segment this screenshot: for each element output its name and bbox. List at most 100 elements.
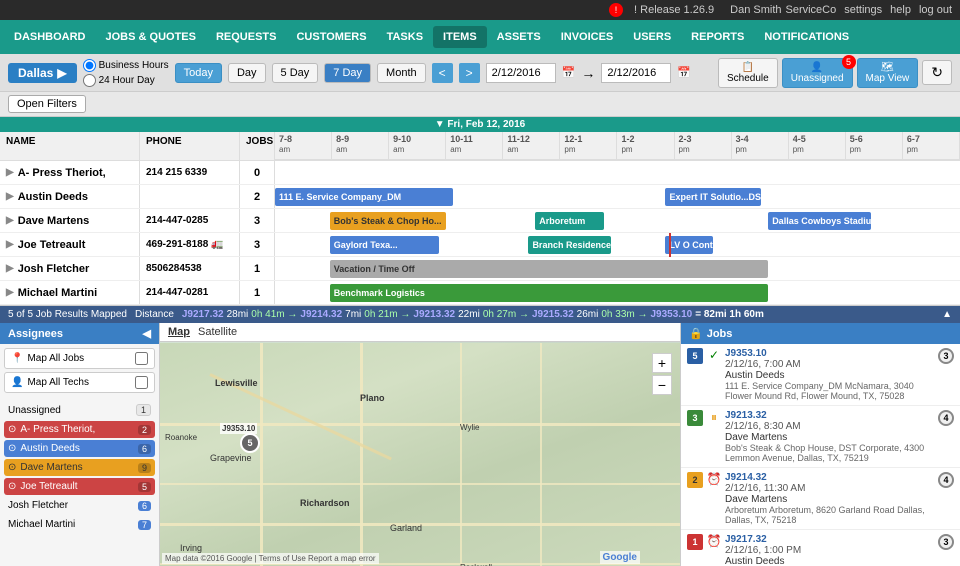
list-item[interactable]: ⊙ A- Press Theriot, 2 [4, 421, 155, 438]
map-tab-map[interactable]: Map [168, 326, 190, 338]
assignee-count-2: 6 [138, 444, 151, 454]
nav-requests[interactable]: REQUESTS [206, 26, 287, 48]
map-panel: Map Satellite Lewisville Roanoke Grapevi… [160, 323, 680, 566]
row-expand-michael[interactable]: ▶ [6, 287, 14, 298]
job-block[interactable]: Expert IT Solutio...DS1 [665, 188, 761, 206]
zoom-in-button[interactable]: + [652, 353, 672, 373]
job-block[interactable]: Branch Residence [528, 236, 610, 254]
calendar-icon-from[interactable]: 📅 [562, 66, 576, 79]
nav-tasks[interactable]: TASKS [377, 26, 433, 48]
row-expand-austin[interactable]: ▶ [6, 191, 14, 202]
user-name[interactable]: Dan Smith [730, 4, 781, 16]
settings-link[interactable]: settings [844, 4, 882, 16]
5day-button[interactable]: 5 Day [272, 63, 319, 83]
route-job-3[interactable]: J9213.32 [413, 309, 455, 320]
calendar-icon-to[interactable]: 📅 [677, 66, 691, 79]
list-item[interactable]: 2 ⏰ J9214.32 2/12/16, 11:30 AM Dave Mart… [681, 468, 960, 530]
mapview-button[interactable]: 🗺 Map View [857, 58, 919, 88]
time-slot-7: 7-8am [275, 132, 332, 159]
right-tools: 📋 Schedule 5 👤 Unassigned 🗺 Map View ↻ [718, 58, 952, 88]
list-item[interactable]: Unassigned 1 [4, 401, 155, 419]
list-item[interactable]: Josh Fletcher 6 [4, 497, 155, 514]
job-id: J9213.32 [725, 410, 767, 421]
col-header-name[interactable]: NAME [0, 132, 140, 160]
nav-assets[interactable]: ASSETS [487, 26, 551, 48]
nav-reports[interactable]: REPORTS [681, 26, 754, 48]
row-jobs-josh: 1 [240, 257, 275, 280]
nav-dashboard[interactable]: DASHBOARD [4, 26, 96, 48]
job-address: Bob's Steak & Chop House, DST Corporate,… [725, 443, 934, 463]
help-link[interactable]: help [890, 4, 911, 16]
nav-customers[interactable]: CUSTOMERS [286, 26, 376, 48]
map-techs-checkbox[interactable] [135, 376, 148, 389]
list-item[interactable]: ⊙ Austin Deeds 6 [4, 440, 155, 457]
business-hours-radio[interactable]: Business Hours [83, 59, 169, 72]
nav-items[interactable]: ITEMS [433, 26, 487, 48]
next-arrow[interactable]: > [459, 63, 480, 83]
row-expand-dave[interactable]: ▶ [6, 215, 14, 226]
assignee-name-2: Austin Deeds [20, 443, 79, 454]
timeline-dave: Bob's Steak & Chop Ho... Arboretum Dalla… [275, 209, 960, 233]
col-header-jobs[interactable]: JOBS [240, 132, 275, 160]
job-block[interactable]: Benchmark Logistics [330, 284, 768, 302]
row-expand-press[interactable]: ▶ [6, 167, 14, 178]
job-time: 2/12/16, 7:00 AM [725, 359, 801, 370]
assignee-count-6: 7 [138, 520, 151, 530]
map-pin-j9353[interactable]: 5 [240, 433, 260, 453]
day-button[interactable]: Day [228, 63, 266, 83]
date-from-input[interactable] [486, 63, 556, 83]
open-filters-button[interactable]: Open Filters [8, 95, 86, 113]
route-job-4[interactable]: J9215.32 [532, 309, 574, 320]
map-tab-satellite[interactable]: Satellite [198, 326, 237, 338]
job-time: 2/12/16, 8:30 AM [725, 421, 801, 432]
row-name-josh: ▶ Josh Fletcher [0, 257, 140, 280]
list-item[interactable]: 5 ✓ J9353.10 2/12/16, 7:00 AM Austin Dee… [681, 344, 960, 406]
filters-bar: Open Filters [0, 92, 960, 117]
location-badge[interactable]: Dallas ▶ [8, 63, 77, 83]
prev-arrow[interactable]: < [432, 63, 453, 83]
map-background[interactable]: Map Satellite Lewisville Roanoke Grapevi… [160, 323, 680, 566]
list-item[interactable]: ⊙ Joe Tetreault 5 [4, 478, 155, 495]
today-button[interactable]: Today [175, 63, 222, 83]
map-all-jobs-button[interactable]: 📍 Map All Jobs [4, 348, 155, 369]
list-item[interactable]: ⊙ Dave Martens 9 [4, 459, 155, 476]
logout-link[interactable]: log out [919, 4, 952, 16]
route-job-2[interactable]: J9214.32 [300, 309, 342, 320]
assignee-count-1: 2 [138, 425, 151, 435]
job-block[interactable]: Bob's Steak & Chop Ho... [330, 212, 446, 230]
map-jobs-checkbox[interactable] [135, 352, 148, 365]
zoom-out-button[interactable]: − [652, 375, 672, 395]
col-header-phone[interactable]: PHONE [140, 132, 240, 160]
assignees-collapse[interactable]: ◀ [143, 327, 151, 340]
route-job-5[interactable]: J9353.10 [651, 309, 693, 320]
list-item[interactable]: Michael Martini 7 [4, 516, 155, 533]
unassigned-button[interactable]: 5 👤 Unassigned [782, 58, 853, 88]
24hour-radio[interactable]: 24 Hour Day [83, 74, 169, 87]
month-button[interactable]: Month [377, 63, 426, 83]
list-item[interactable]: 3 ⏸ J9213.32 2/12/16, 8:30 AM Dave Marte… [681, 406, 960, 468]
collapse-button[interactable]: ▲ [942, 309, 952, 320]
refresh-button[interactable]: ↻ [922, 60, 952, 85]
schedule-section: ▼ Fri, Feb 12, 2016 NAME PHONE JOBS 7-8a… [0, 117, 960, 306]
nav-invoices[interactable]: INVOICES [551, 26, 624, 48]
7day-button[interactable]: 7 Day [324, 63, 371, 83]
job-block[interactable]: 111 E. Service Company_DM [275, 188, 453, 206]
job-block[interactable]: Arboretum [535, 212, 604, 230]
nav-notifications[interactable]: NOTIFICATIONS [754, 26, 859, 48]
job-block[interactable]: LV O Contracti... [665, 236, 713, 254]
nav-users[interactable]: USERS [623, 26, 681, 48]
distance-label: Distance [135, 309, 174, 320]
row-expand-josh[interactable]: ▶ [6, 263, 14, 274]
row-expand-joe[interactable]: ▶ [6, 239, 14, 250]
job-block[interactable]: Gaylord Texa... [330, 236, 440, 254]
location-arrow: ▶ [57, 66, 66, 80]
schedule-button[interactable]: 📋 Schedule [718, 58, 778, 88]
job-info: J9213.32 2/12/16, 8:30 AM Dave Martens B… [725, 410, 934, 463]
job-block[interactable]: Vacation / Time Off [330, 260, 768, 278]
job-block[interactable]: Dallas Cowboys Stadium [768, 212, 871, 230]
nav-jobs[interactable]: JOBS & QUOTES [96, 26, 206, 48]
google-logo: Google [600, 551, 640, 564]
date-to-input[interactable] [601, 63, 671, 83]
route-job-1[interactable]: J9217.32 [182, 309, 224, 320]
map-all-techs-button[interactable]: 👤 Map All Techs [4, 372, 155, 393]
